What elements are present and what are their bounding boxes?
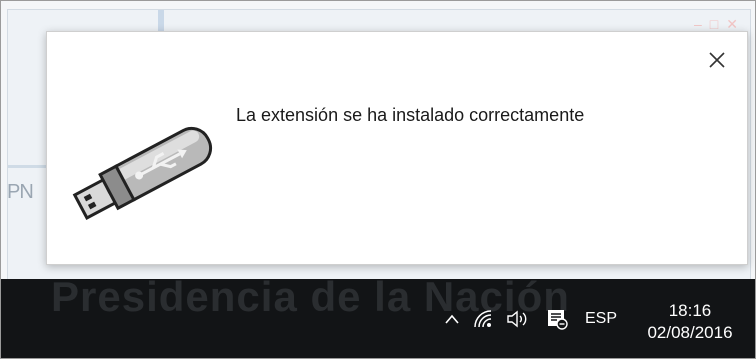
volume-icon[interactable]: [501, 279, 537, 358]
screen: – □ ✕ PN La extensión se ha instalado co…: [0, 0, 756, 359]
clock[interactable]: 18:16 02/08/2016: [625, 279, 755, 358]
clock-time: 18:16: [668, 300, 712, 320]
background-partial-text: PN: [7, 181, 34, 203]
notification-toast[interactable]: La extensión se ha instalado correctamen…: [46, 31, 748, 265]
taskbar: Presidencia de la Nación ESP 18:16 02/08…: [1, 273, 755, 358]
system-tray: ESP 18:16 02/08/2016: [437, 279, 755, 358]
clock-date: 02/08/2016: [647, 322, 733, 342]
toast-message: La extensión se ha instalado correctamen…: [236, 105, 585, 125]
chevron-up-icon[interactable]: [437, 279, 467, 358]
language-indicator[interactable]: ESP: [577, 279, 625, 358]
notifications-icon[interactable]: [537, 279, 577, 358]
close-icon[interactable]: [705, 48, 729, 72]
usb-drive-icon: [61, 102, 221, 222]
wifi-icon[interactable]: [467, 279, 501, 358]
